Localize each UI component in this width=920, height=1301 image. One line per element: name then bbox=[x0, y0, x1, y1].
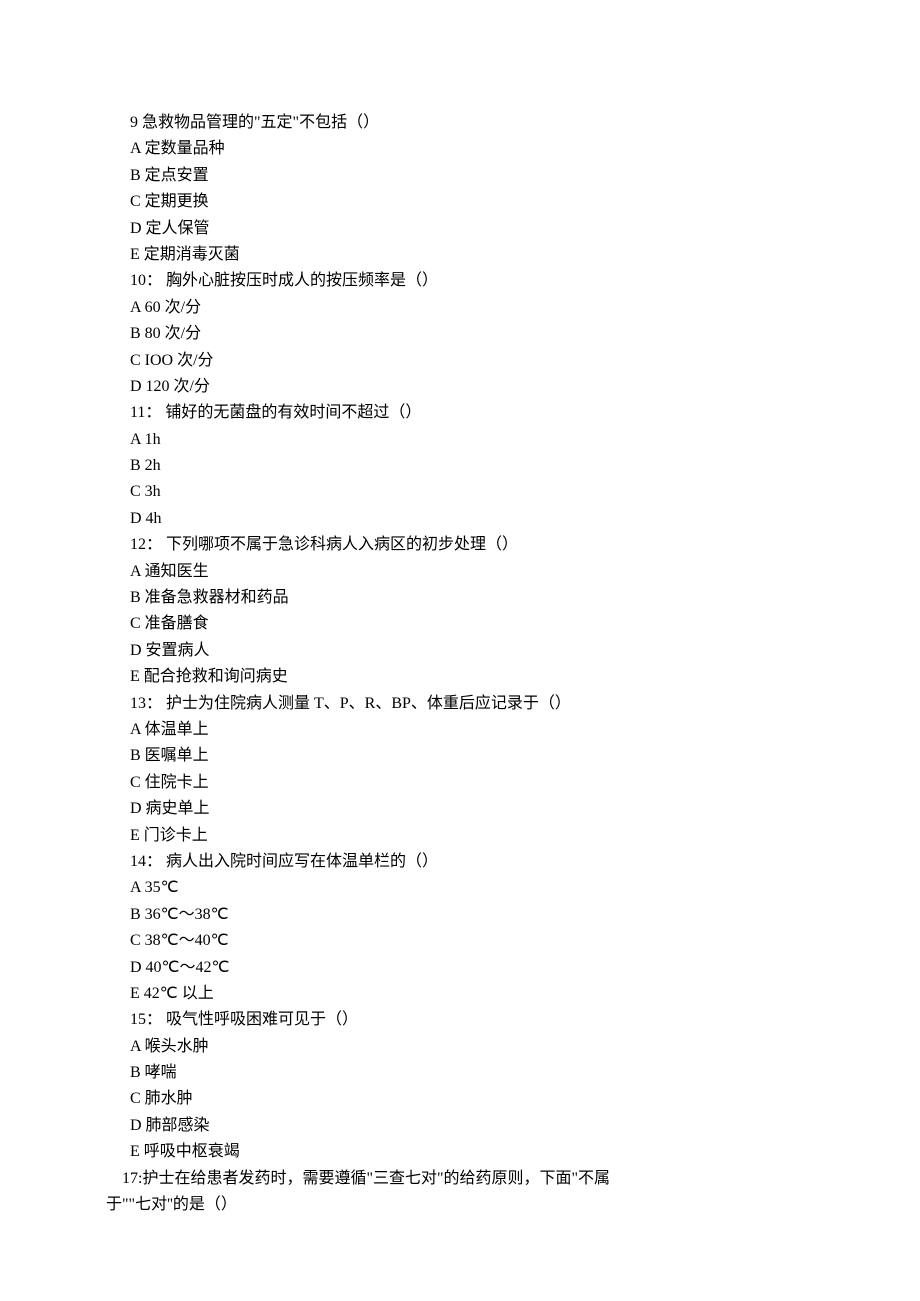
question-3-option-B: B 2h bbox=[130, 453, 820, 479]
question-17-line-2: 于""七对''的是（） bbox=[106, 1192, 820, 1218]
question-7-option-E: E 呼吸中枢衰竭 bbox=[130, 1139, 820, 1165]
question-2-option-B: B 80 次/分 bbox=[130, 321, 820, 347]
question-6-option-A: A 35℃ bbox=[130, 875, 820, 901]
question-6-option-C: C 38℃～40℃ bbox=[130, 928, 820, 954]
question-3-option-A: A 1h bbox=[130, 427, 820, 453]
question-6-text: 14： 病人出入院时间应写在体温单栏的（） bbox=[130, 849, 820, 875]
question-5-option-D: D 病史单上 bbox=[130, 796, 820, 822]
question-4-option-A: A 通知医生 bbox=[130, 559, 820, 585]
question-3-option-D: D 4h bbox=[130, 506, 820, 532]
question-1-text: 9 急救物品管理的"五定"不包括（） bbox=[130, 110, 820, 136]
question-1-option-C: C 定期更换 bbox=[130, 189, 820, 215]
question-7-text: 15： 吸气性呼吸困难可见于（） bbox=[130, 1007, 820, 1033]
question-4-option-C: C 准备膳食 bbox=[130, 611, 820, 637]
question-5-option-A: A 体温单上 bbox=[130, 717, 820, 743]
document-content: 9 急救物品管理的"五定"不包括（）A 定数量品种B 定点安置C 定期更换D 定… bbox=[130, 110, 820, 1218]
question-6-option-E: E 42℃ 以上 bbox=[130, 981, 820, 1007]
question-4-option-E: E 配合抢救和询问病史 bbox=[130, 664, 820, 690]
question-6-option-D: D 40℃～42℃ bbox=[130, 955, 820, 981]
question-7-option-D: D 肺部感染 bbox=[130, 1113, 820, 1139]
question-4-option-D: D 安置病人 bbox=[130, 638, 820, 664]
question-2-option-D: D 120 次/分 bbox=[130, 374, 820, 400]
question-6-option-B: B 36℃～38℃ bbox=[130, 902, 820, 928]
question-1-option-A: A 定数量品种 bbox=[130, 136, 820, 162]
question-3-option-C: C 3h bbox=[130, 479, 820, 505]
question-2-text: 10： 胸外心脏按压时成人的按压频率是（） bbox=[130, 268, 820, 294]
question-5-option-C: C 住院卡上 bbox=[130, 770, 820, 796]
question-5-text: 13： 护士为住院病人测量 T、P、R、BP、体重后应记录于（） bbox=[130, 691, 820, 717]
question-5-option-E: E 门诊卡上 bbox=[130, 823, 820, 849]
question-4-option-B: B 准备急救器材和药品 bbox=[130, 585, 820, 611]
question-7-option-C: C 肺水肿 bbox=[130, 1086, 820, 1112]
question-1-option-D: D 定人保管 bbox=[130, 216, 820, 242]
question-2-option-A: A 60 次/分 bbox=[130, 295, 820, 321]
question-3-text: 11： 铺好的无菌盘的有效时间不超过（） bbox=[130, 400, 820, 426]
question-1-option-B: B 定点安置 bbox=[130, 163, 820, 189]
question-7-option-B: B 哮喘 bbox=[130, 1060, 820, 1086]
question-2-option-C: C IOO 次/分 bbox=[130, 348, 820, 374]
question-17-line-1: 17:护士在给患者发药时，需要遵循"三查七对"的给药原则，下面"不属 bbox=[106, 1166, 820, 1192]
question-1-option-E: E 定期消毒灭菌 bbox=[130, 242, 820, 268]
question-4-text: 12： 下列哪项不属于急诊科病人入病区的初步处理（） bbox=[130, 532, 820, 558]
question-7-option-A: A 喉头水肿 bbox=[130, 1034, 820, 1060]
question-5-option-B: B 医嘱单上 bbox=[130, 743, 820, 769]
